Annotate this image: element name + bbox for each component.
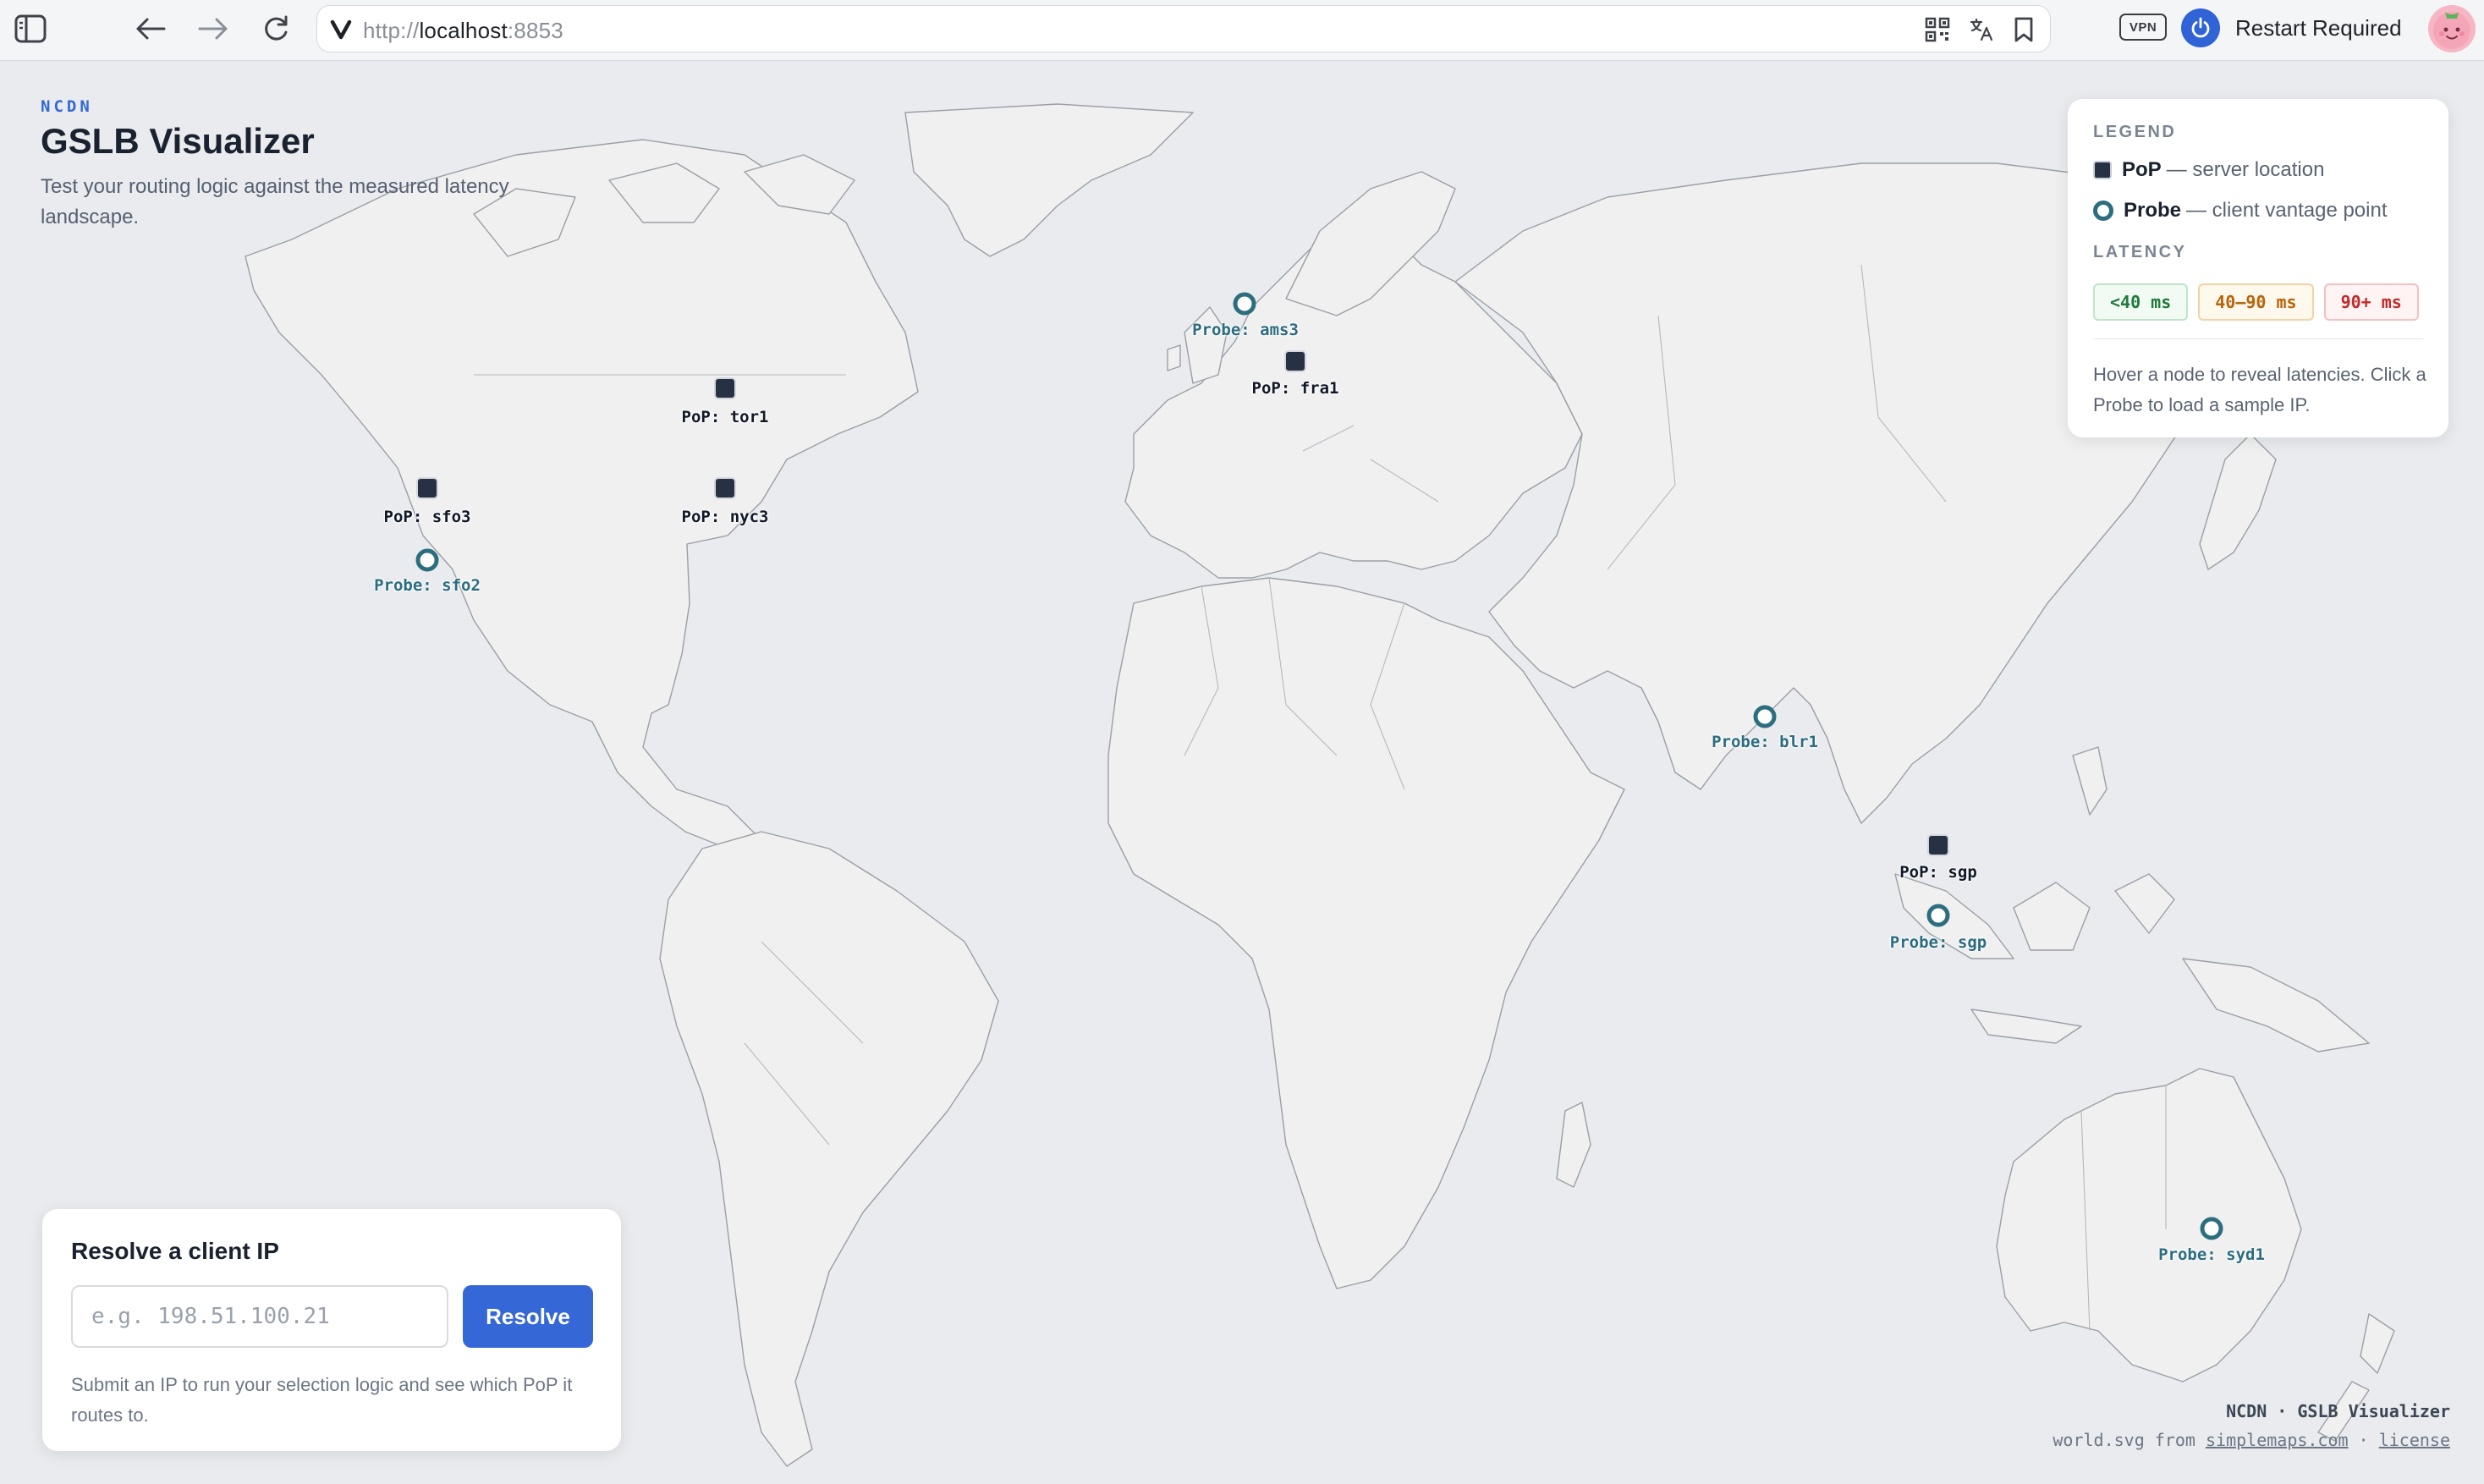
vivaldi-logo-icon	[329, 17, 353, 45]
back-arrow-icon[interactable]	[129, 7, 173, 51]
page-viewport: NCDN GSLB Visualizer Test your routing l…	[0, 62, 2484, 1484]
pop-marker-tor1[interactable]	[714, 377, 736, 399]
page-header: NCDN GSLB Visualizer Test your routing l…	[41, 97, 514, 233]
page-subtitle: Test your routing logic against the meas…	[41, 175, 509, 228]
forward-arrow-icon[interactable]	[191, 7, 235, 51]
probe-marker-ams3[interactable]	[1233, 292, 1256, 316]
vpn-badge[interactable]: VPN	[2119, 14, 2167, 41]
profile-avatar[interactable]	[2428, 5, 2476, 52]
madagascar-landmass	[1556, 1102, 1591, 1188]
node-label-probe-syd1[interactable]: Probe: syd1	[2158, 1245, 2265, 1264]
legend-row-pop: PoP — server location	[2093, 158, 2324, 182]
node-label-pop-sfo3[interactable]: PoP: sfo3	[384, 508, 471, 526]
node-label-probe-blr1[interactable]: Probe: blr1	[1712, 733, 1818, 751]
south-america-landmass	[659, 831, 999, 1467]
pop-square-icon	[2093, 161, 2112, 179]
legend-row-probe: Probe — client vantage point	[2093, 199, 2388, 223]
greenland-landmass	[904, 103, 1194, 257]
footer-credit: NCDN · GSLB Visualizer world.svg from si…	[2053, 1397, 2450, 1454]
africa-landmass	[1107, 577, 1625, 1289]
sidebar-toggle-icon[interactable]	[8, 7, 52, 51]
footer-brand: NCDN · GSLB Visualizer	[2226, 1401, 2450, 1421]
simplemaps-link[interactable]: simplemaps.com	[2206, 1430, 2349, 1450]
resolve-help-text: Submit an IP to run your selection logic…	[71, 1374, 573, 1426]
license-link[interactable]: license	[2379, 1430, 2450, 1450]
japan-landmass	[2199, 433, 2277, 570]
qr-code-icon[interactable]	[1925, 17, 1950, 47]
node-label-probe-ams3[interactable]: Probe: ams3	[1192, 321, 1299, 339]
legend-probe-desc: — client vantage point	[2186, 199, 2388, 222]
resolve-title: Resolve a client IP	[71, 1238, 279, 1264]
pop-marker-nyc3[interactable]	[714, 477, 736, 499]
latency-chip-mid: 40–90 ms	[2198, 283, 2314, 321]
legend-pop-desc: — server location	[2166, 158, 2325, 181]
brand-eyebrow: NCDN	[41, 97, 93, 116]
legend-pop-label: PoP	[2122, 158, 2162, 181]
probe-marker-sfo2[interactable]	[415, 548, 439, 572]
australia-landmass	[1996, 1068, 2302, 1382]
browser-toolbar: http://localhost:8853 VPN Restart Requir…	[0, 0, 2484, 61]
node-label-pop-nyc3[interactable]: PoP: nyc3	[682, 508, 769, 526]
page-title: GSLB Visualizer	[41, 121, 315, 161]
reload-icon[interactable]	[254, 7, 298, 51]
latency-heading: LATENCY	[2093, 243, 2187, 261]
translate-icon[interactable]	[1969, 17, 1994, 47]
pop-marker-sgp[interactable]	[1927, 834, 1949, 856]
legend-hint: Hover a node to reveal latencies. Click …	[2093, 364, 2426, 415]
footer-source: world.svg from simplemaps.com · license	[2053, 1426, 2450, 1454]
north-america-landmass	[245, 139, 919, 900]
british-isles-landmass	[1167, 306, 1228, 384]
pop-marker-fra1[interactable]	[1284, 350, 1306, 372]
probe-marker-blr1[interactable]	[1753, 705, 1777, 728]
latency-chip-high: 90+ ms	[2323, 283, 2419, 321]
footer-source-prefix: world.svg from	[2053, 1430, 2195, 1450]
address-bar[interactable]: http://localhost:8853	[316, 5, 2051, 52]
latency-chips: <40 ms 40–90 ms 90+ ms	[2093, 283, 2419, 321]
node-label-pop-tor1[interactable]: PoP: tor1	[682, 408, 769, 426]
bookmark-icon[interactable]	[2013, 16, 2035, 47]
southeast-asia-islands-landmass	[1894, 746, 2370, 1053]
legend-heading: LEGEND	[2093, 123, 2177, 141]
node-label-probe-sfo2[interactable]: Probe: sfo2	[374, 576, 481, 595]
resolve-button[interactable]: Resolve	[463, 1285, 593, 1348]
power-icon	[2181, 8, 2220, 47]
footer-separator: ·	[2358, 1430, 2369, 1450]
ip-input[interactable]	[71, 1285, 448, 1348]
probe-marker-syd1[interactable]	[2200, 1217, 2223, 1240]
node-label-pop-fra1[interactable]: PoP: fra1	[1252, 379, 1339, 398]
legend-probe-label: Probe	[2124, 199, 2182, 222]
resolve-panel: Resolve a client IP Resolve Submit an IP…	[42, 1209, 621, 1451]
restart-label: Restart Required	[2235, 14, 2402, 41]
probe-marker-sgp[interactable]	[1926, 904, 1950, 927]
node-label-pop-sgp[interactable]: PoP: sgp	[1899, 863, 1977, 882]
url-text: http://localhost:8853	[363, 18, 563, 43]
restart-required-button[interactable]: Restart Required	[2181, 7, 2402, 49]
node-label-probe-sgp[interactable]: Probe: sgp	[1890, 933, 1987, 952]
legend-divider	[2093, 338, 2423, 339]
legend-panel: LEGEND PoP — server location Probe — cli…	[2068, 99, 2448, 437]
probe-ring-icon	[2093, 201, 2113, 221]
latency-chip-low: <40 ms	[2093, 283, 2189, 321]
pop-marker-sfo3[interactable]	[416, 477, 438, 499]
